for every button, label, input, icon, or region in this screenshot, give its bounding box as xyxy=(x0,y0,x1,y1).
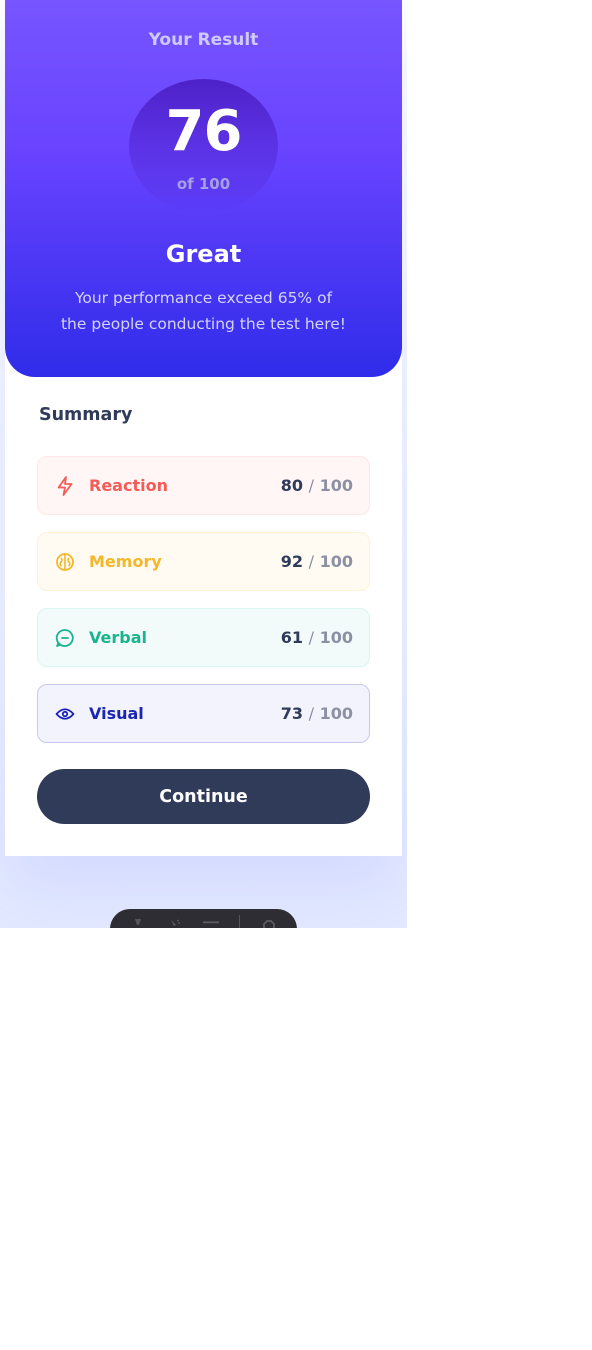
cursor-icon[interactable] xyxy=(130,919,146,928)
summary-item-score: 80 / 100 xyxy=(280,476,353,495)
summary-title: Summary xyxy=(39,405,133,425)
inspect-icon[interactable] xyxy=(167,919,183,928)
summary-item-score: 61 / 100 xyxy=(280,628,353,647)
results-summary-card: Your Result 76 of 100 Great Your perform… xyxy=(5,0,402,856)
summary-item-verbal: Verbal 61 / 100 xyxy=(37,608,370,667)
summary-item-label: Verbal xyxy=(89,628,147,647)
menu-icon[interactable] xyxy=(202,919,219,928)
app-viewport: Your Result 76 of 100 Great Your perform… xyxy=(0,0,407,928)
result-description: Your performance exceed 65% of the peopl… xyxy=(60,289,347,333)
score-max: of 100 xyxy=(176,175,231,193)
result-grade: Great xyxy=(165,240,242,268)
summary-item-memory: Memory 92 / 100 xyxy=(37,532,370,591)
gear-icon[interactable] xyxy=(261,919,277,928)
summary-item-score: 92 / 100 xyxy=(280,552,353,571)
result-title: Your Result xyxy=(148,30,259,50)
brain-icon xyxy=(55,552,75,572)
result-panel: Your Result 76 of 100 Great Your perform… xyxy=(5,0,402,377)
summary-item-reaction: Reaction 80 / 100 xyxy=(37,456,370,515)
score-circle: 76 of 100 xyxy=(129,79,278,213)
summary-item-label: Memory xyxy=(89,552,162,571)
lightning-icon xyxy=(55,475,75,496)
summary-item-label: Visual xyxy=(89,704,144,723)
chat-bubble-icon xyxy=(55,628,75,648)
score-value: 76 xyxy=(165,99,243,164)
devtools-toolbar xyxy=(110,909,297,928)
summary-item-label: Reaction xyxy=(89,476,168,495)
continue-button[interactable]: Continue xyxy=(37,769,370,824)
summary-item-score: 73 / 100 xyxy=(280,704,353,723)
eye-icon xyxy=(55,704,75,724)
toolbar-divider xyxy=(239,915,241,928)
summary-item-visual: Visual 73 / 100 xyxy=(37,684,370,743)
